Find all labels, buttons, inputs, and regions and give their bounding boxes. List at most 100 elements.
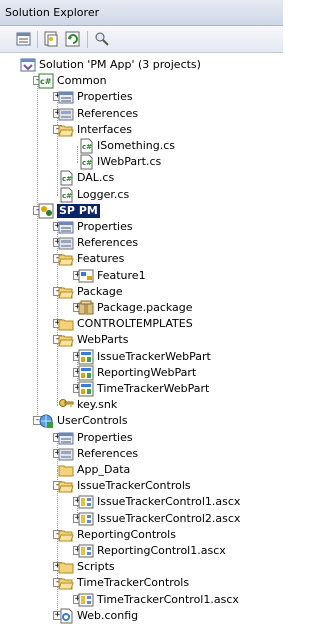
tree-item[interactable]: c# ISomething.cs xyxy=(0,138,283,154)
tree-item-label: IssueTrackerControl1.ascx xyxy=(97,495,241,509)
folder-open-icon xyxy=(58,575,74,591)
title-bar: Solution Explorer xyxy=(0,0,283,26)
csharp-file-icon: c# xyxy=(58,187,74,203)
tree-item[interactable]: + Properties xyxy=(0,89,283,105)
tree-item[interactable]: + Properties xyxy=(0,219,283,235)
tree-item-label: Interfaces xyxy=(77,122,132,136)
tree-item[interactable]: Solution 'PM App' (3 projects) xyxy=(0,57,283,73)
tree-item[interactable]: + ReportingWebPart xyxy=(0,365,283,381)
svg-text:c#: c# xyxy=(62,175,72,183)
solution-icon xyxy=(20,57,36,73)
references-icon xyxy=(58,446,74,462)
folder-open-icon xyxy=(58,332,74,348)
csharp-file-icon: c# xyxy=(78,138,94,154)
tree-item-label: Feature1 xyxy=(97,268,146,282)
tree-item-label: Properties xyxy=(77,220,133,233)
tree-item[interactable]: key.snk xyxy=(0,397,283,413)
tree-item-label: ReportingControls xyxy=(77,527,176,541)
tree-item[interactable]: - Package xyxy=(0,284,283,300)
tree-item[interactable]: - SP PM xyxy=(0,203,283,219)
tree-item-label: Properties xyxy=(77,430,133,444)
webpart-icon xyxy=(78,365,94,381)
tree-item-label: Package.package xyxy=(97,301,193,314)
webpart-icon xyxy=(78,381,94,397)
tree-item[interactable]: + CONTROLTEMPLATES xyxy=(0,316,283,332)
ascx-icon xyxy=(78,511,94,527)
tree-item[interactable]: - TimeTrackerControls xyxy=(0,575,283,591)
tree-item[interactable]: + IssueTrackerControl2.ascx xyxy=(0,511,283,527)
tree-item[interactable]: + ReportingControl1.ascx xyxy=(0,543,283,559)
tree-item[interactable]: - IssueTrackerControls xyxy=(0,478,283,494)
svg-text:c#: c# xyxy=(62,192,72,200)
tree-item-label: IssueTrackerWebPart xyxy=(97,349,211,363)
tree-item-label: References xyxy=(77,236,139,250)
folder-open-icon xyxy=(58,478,74,494)
folder-open-icon xyxy=(58,284,74,300)
tree-item[interactable]: - ReportingControls xyxy=(0,527,283,543)
refresh-icon[interactable] xyxy=(64,31,82,47)
feature-icon xyxy=(78,268,94,284)
solution-tree: Solution 'PM App' (3 projects) - c# Common +… xyxy=(0,53,283,637)
tree-item[interactable]: c# IWebPart.cs xyxy=(0,154,283,170)
sharepoint-project-icon xyxy=(38,203,54,219)
ascx-icon xyxy=(78,543,94,559)
properties-folder-icon xyxy=(58,219,74,235)
tree-item-label: IssueTrackerControls xyxy=(77,479,191,493)
tree-item-label: References xyxy=(77,446,139,460)
config-icon xyxy=(58,608,74,624)
svg-text:c#: c# xyxy=(82,159,92,167)
tree-item[interactable]: + IssueTrackerWebPart xyxy=(0,349,283,365)
tree-item-label: DAL.cs xyxy=(77,171,115,185)
tree-item-label: TimeTrackerWebPart xyxy=(97,382,210,395)
tree-item-label: Features xyxy=(77,252,125,266)
tree-item-label: key.snk xyxy=(77,398,118,412)
tree-item-label: IssueTrackerControl2.ascx xyxy=(97,511,241,525)
package-icon xyxy=(78,300,94,316)
tree-item-label: SP PM xyxy=(57,203,100,218)
tree-item[interactable]: + References xyxy=(0,106,283,122)
tree-item-label: Package xyxy=(77,284,123,298)
tree-item[interactable]: c# DAL.cs xyxy=(0,170,283,186)
tree-item-label: Logger.cs xyxy=(77,187,130,201)
folder-icon xyxy=(58,559,74,575)
tree-item-label: CONTROLTEMPLATES xyxy=(77,317,193,331)
tree-item[interactable]: c# Logger.cs xyxy=(0,187,283,203)
ascx-icon xyxy=(78,494,94,510)
tree-item[interactable]: + TimeTrackerControl1.ascx xyxy=(0,592,283,608)
tree-item[interactable]: + References xyxy=(0,446,283,462)
show-all-files-icon[interactable] xyxy=(42,31,60,47)
tree-item[interactable]: + Scripts xyxy=(0,559,283,575)
tree-item[interactable]: + References xyxy=(0,235,283,251)
references-icon xyxy=(58,235,74,251)
class-diagram-icon[interactable] xyxy=(93,31,111,47)
tree-item[interactable]: + TimeTrackerWebPart xyxy=(0,381,283,397)
tree-item-label: TimeTrackerControls xyxy=(77,576,190,590)
tree-item-label: Scripts xyxy=(77,560,115,574)
tree-item[interactable]: - Interfaces xyxy=(0,122,283,138)
folder-open-icon xyxy=(58,122,74,138)
tree-item-label: ReportingControl1.ascx xyxy=(97,544,226,557)
svg-text:c#: c# xyxy=(82,143,92,151)
tree-item[interactable]: + Package.package xyxy=(0,300,283,316)
tree-item[interactable]: + IssueTrackerControl1.ascx xyxy=(0,494,283,510)
tree-item-label: Common xyxy=(57,74,107,88)
tree-item-label: WebParts xyxy=(77,333,129,347)
tree-item-label: References xyxy=(77,106,139,120)
tree-item-label: Properties xyxy=(77,90,133,104)
properties-icon[interactable] xyxy=(15,31,33,47)
tree-item[interactable]: - c# Common xyxy=(0,73,283,89)
tree-item-label: App_Data xyxy=(77,463,131,476)
references-icon xyxy=(58,106,74,122)
folder-open-icon xyxy=(58,527,74,543)
tree-item[interactable]: - WebParts xyxy=(0,332,283,348)
properties-folder-icon xyxy=(58,430,74,446)
folder-open-icon xyxy=(58,251,74,267)
tree-item[interactable]: - Features xyxy=(0,251,283,267)
tree-item[interactable]: - UserControls xyxy=(0,413,283,429)
tree-item[interactable]: + Feature1 xyxy=(0,268,283,284)
tree-item-label: ISomething.cs xyxy=(97,139,176,152)
tree-item[interactable]: + Web.config xyxy=(0,608,283,624)
tree-item[interactable]: App_Data xyxy=(0,462,283,478)
folder-icon xyxy=(58,316,74,332)
tree-item[interactable]: + Properties xyxy=(0,430,283,446)
